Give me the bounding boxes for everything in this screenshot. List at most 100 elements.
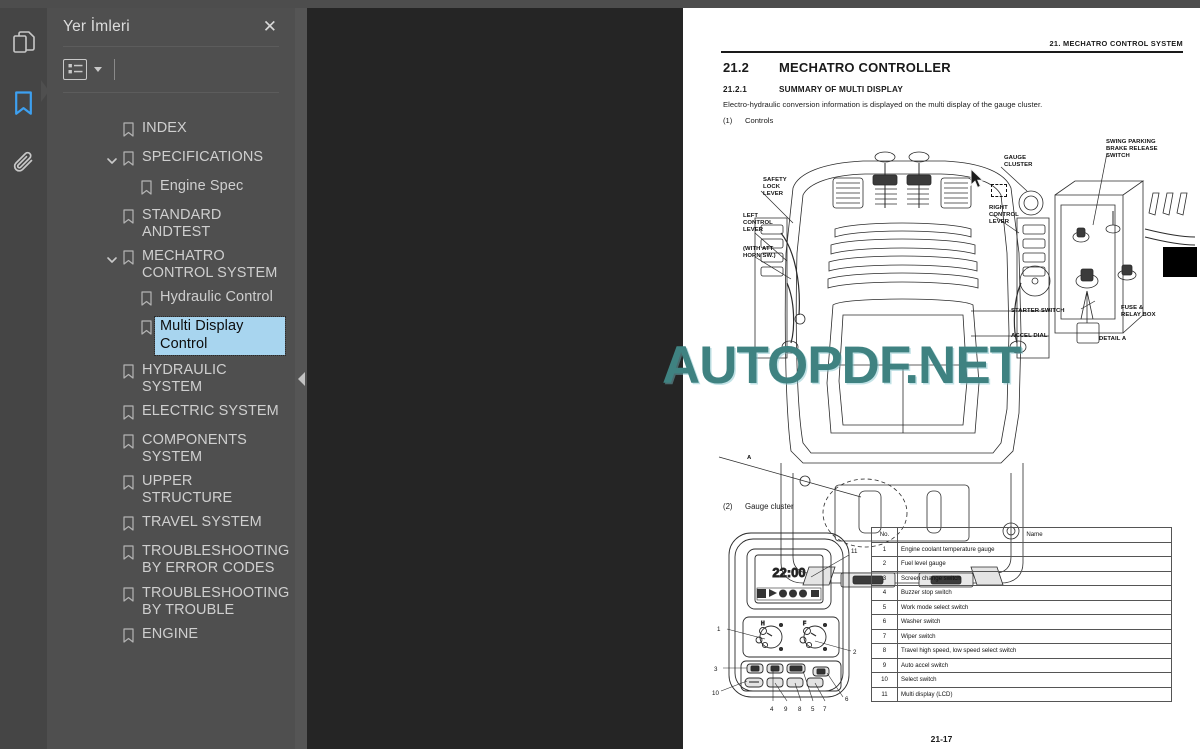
table-row: 6 Washer switch: [871, 614, 1172, 630]
leader-8: 8: [798, 706, 802, 713]
navigation-icon-rail: [0, 8, 47, 749]
leader-3: 3: [714, 666, 718, 673]
cell-name: Auto accel switch: [897, 657, 1172, 673]
panel-splitter[interactable]: [295, 8, 307, 749]
cell-no: 7: [871, 628, 898, 644]
bookmark-icon: [123, 122, 134, 142]
cell-name: Fuel level gauge: [897, 556, 1172, 572]
column-header-name: Name: [897, 527, 1172, 543]
bookmark-item[interactable]: COMPONENTS SYSTEM: [47, 428, 295, 469]
bookmark-icon: [123, 364, 134, 384]
svg-text:H: H: [761, 621, 765, 627]
bookmark-item[interactable]: STANDARD ANDTEST: [47, 203, 295, 244]
cell-name: Travel high speed, low speed select swit…: [897, 643, 1172, 659]
bookmark-item[interactable]: ELECTRIC SYSTEM: [47, 399, 295, 428]
leader-1: 1: [717, 626, 721, 633]
bookmark-icon: [141, 320, 152, 340]
bookmark-item-label: Hydraulic Control: [160, 289, 273, 306]
table-row: 5 Work mode select switch: [871, 599, 1172, 615]
bookmark-icon: [141, 291, 152, 311]
bookmark-icon: [123, 250, 134, 270]
leader-2: 2: [853, 649, 857, 656]
table-row: 9 Auto accel switch: [871, 657, 1172, 673]
cell-name: Screen change switch: [897, 570, 1172, 586]
parts-table: No. Name 1 Engine coolant temperature gau…: [871, 527, 1172, 702]
table-row: 11 Multi display (LCD): [871, 686, 1172, 702]
mouse-cursor: [970, 168, 984, 189]
chevron-down-icon[interactable]: [94, 66, 102, 72]
bookmark-item[interactable]: ENGINE: [47, 622, 295, 651]
panel-divider-bottom: [63, 92, 279, 93]
bookmark-item[interactable]: TRAVEL SYSTEM: [47, 510, 295, 539]
bookmark-icon[interactable]: [7, 86, 41, 120]
bookmark-item-label: HYDRAULIC SYSTEM: [142, 361, 227, 395]
bookmark-icon: [123, 151, 134, 171]
bookmarks-panel: Yer İmleri ✕ INDEX SPECIFICATIONS Engine S…: [47, 8, 295, 749]
bookmark-item-label: ENGINE: [142, 625, 199, 642]
attachment-icon[interactable]: [7, 146, 41, 180]
chevron-down-icon[interactable]: [105, 154, 119, 168]
bookmark-item[interactable]: TROUBLESHOOTING BY ERROR CODES: [47, 539, 295, 580]
bookmark-item[interactable]: SPECIFICATIONS: [47, 145, 295, 174]
table-row: 10 Select switch: [871, 672, 1172, 688]
table-row: 2 Fuel level gauge: [871, 556, 1172, 572]
table-row: 4 Buzzer stop switch: [871, 585, 1172, 601]
bookmark-item-label: INDEX: [142, 120, 187, 136]
cell-no: 2: [871, 556, 898, 572]
document-viewer[interactable]: 21. MECHATRO CONTROL SYSTEM 21.2 MECHATRO…: [307, 8, 1200, 749]
column-header-no: No.: [871, 527, 898, 543]
table-row: 1 Engine coolant temperature gauge: [871, 541, 1172, 557]
svg-text:F: F: [803, 621, 806, 627]
list-item-gauge-cluster: (2) Gauge cluster: [723, 502, 794, 511]
drag-selection-ghost: [991, 184, 1007, 197]
pages-icon[interactable]: [7, 26, 41, 60]
close-icon[interactable]: ✕: [259, 15, 281, 40]
list-options-icon[interactable]: [63, 58, 87, 80]
pdf-reader-window: Yer İmleri ✕ INDEX SPECIFICATIONS Engine S…: [0, 0, 1200, 749]
bookmark-item[interactable]: Engine Spec: [47, 174, 295, 203]
bookmark-icon: [123, 545, 134, 565]
bookmark-item[interactable]: Multi Display Control: [47, 314, 295, 357]
bookmark-item[interactable]: INDEX: [47, 116, 295, 145]
bookmark-item-label: STANDARD ANDTEST: [142, 207, 222, 241]
leader-9: 9: [784, 706, 788, 713]
cell-no: 4: [871, 585, 898, 601]
bookmark-item[interactable]: Hydraulic Control: [47, 285, 295, 314]
table-row: 3 Screen change switch: [871, 570, 1172, 586]
bookmark-item-label: SPECIFICATIONS: [142, 149, 264, 165]
bookmark-item[interactable]: UPPER STRUCTURE: [47, 469, 295, 510]
cell-name: Select switch: [897, 672, 1172, 688]
leader-11: 11: [851, 548, 858, 555]
chevron-down-icon[interactable]: [105, 253, 119, 267]
table-row: 8 Travel high speed, low speed select swi…: [871, 643, 1172, 659]
cell-no: 6: [871, 614, 898, 630]
list-item-2-label: Gauge cluster: [745, 502, 794, 511]
leader-10: 10: [712, 690, 719, 697]
cell-no: 9: [871, 657, 898, 673]
bookmark-tree[interactable]: INDEX SPECIFICATIONS Engine Spec STANDARD A…: [47, 108, 295, 749]
leader-5: 5: [811, 706, 815, 713]
cell-no: 1: [871, 541, 898, 557]
bookmark-item-label: COMPONENTS SYSTEM: [142, 431, 247, 465]
bookmark-item-label: TRAVEL SYSTEM: [142, 514, 262, 531]
bookmark-item[interactable]: MECHATRO CONTROL SYSTEM: [47, 244, 295, 285]
leader-4: 4: [770, 706, 774, 713]
table-header-row: No. Name: [871, 527, 1172, 543]
cell-name: Washer switch: [897, 614, 1172, 630]
cell-name: Work mode select switch: [897, 599, 1172, 615]
collapse-panel-icon[interactable]: [297, 371, 305, 386]
cell-no: 11: [871, 686, 898, 702]
bookmark-icon: [123, 434, 134, 454]
cell-no: 3: [871, 570, 898, 586]
leader-6: 6: [845, 696, 849, 703]
panel-title: Yer İmleri: [63, 18, 130, 35]
bookmark-item-label: MECHATRO CONTROL SYSTEM: [142, 248, 278, 282]
bookmark-item-label: TROUBLESHOOTING BY TROUBLE: [142, 584, 290, 618]
bookmark-icon: [123, 405, 134, 425]
bookmark-item-label: Engine Spec: [160, 178, 244, 194]
cell-no: 5: [871, 599, 898, 615]
bookmark-item[interactable]: HYDRAULIC SYSTEM: [47, 358, 295, 399]
bookmark-item[interactable]: TROUBLESHOOTING BY TROUBLE: [47, 581, 295, 622]
window-top-bar: [0, 0, 1200, 8]
bookmark-icon: [141, 180, 152, 200]
